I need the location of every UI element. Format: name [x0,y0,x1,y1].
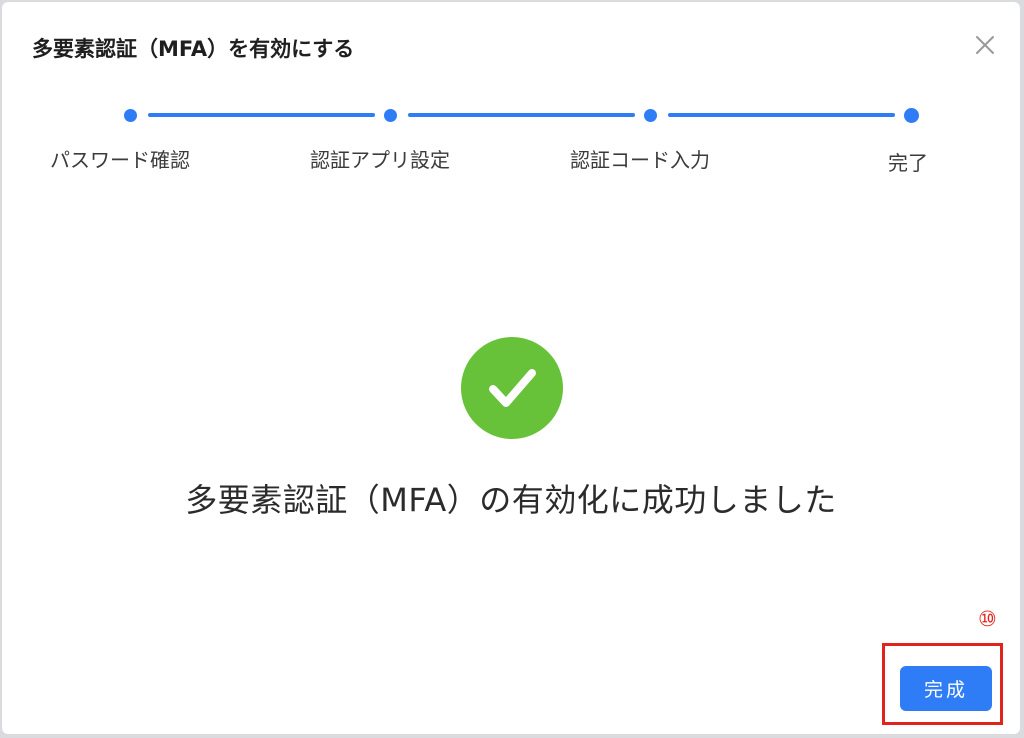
step-connector-3 [668,113,895,117]
step-label-auth-app: 認証アプリ設定 [310,148,450,172]
step-dot-4 [904,108,919,123]
step-dot-2 [384,109,397,122]
success-message: 多要素認証（MFA）の有効化に成功しました [185,481,837,519]
stepper: パスワード確認 認証アプリ設定 認証コード入力 完了 [2,2,1020,192]
step-connector-1 [148,113,375,117]
step-label-auth-code: 認証コード入力 [570,148,710,172]
step-connector-2 [408,113,635,117]
step-dot-3 [644,109,657,122]
check-circle-icon [461,337,563,439]
step-number-marker: ⑩ [978,607,997,631]
step-label-password: パスワード確認 [50,148,190,172]
step-dot-1 [124,109,137,122]
step-label-complete: 完了 [888,151,928,175]
mfa-dialog: 多要素認証（MFA）を有効にする パスワード確認 認証アプリ設定 認証コード入力… [2,2,1020,734]
done-button[interactable]: 完成 [900,666,992,711]
